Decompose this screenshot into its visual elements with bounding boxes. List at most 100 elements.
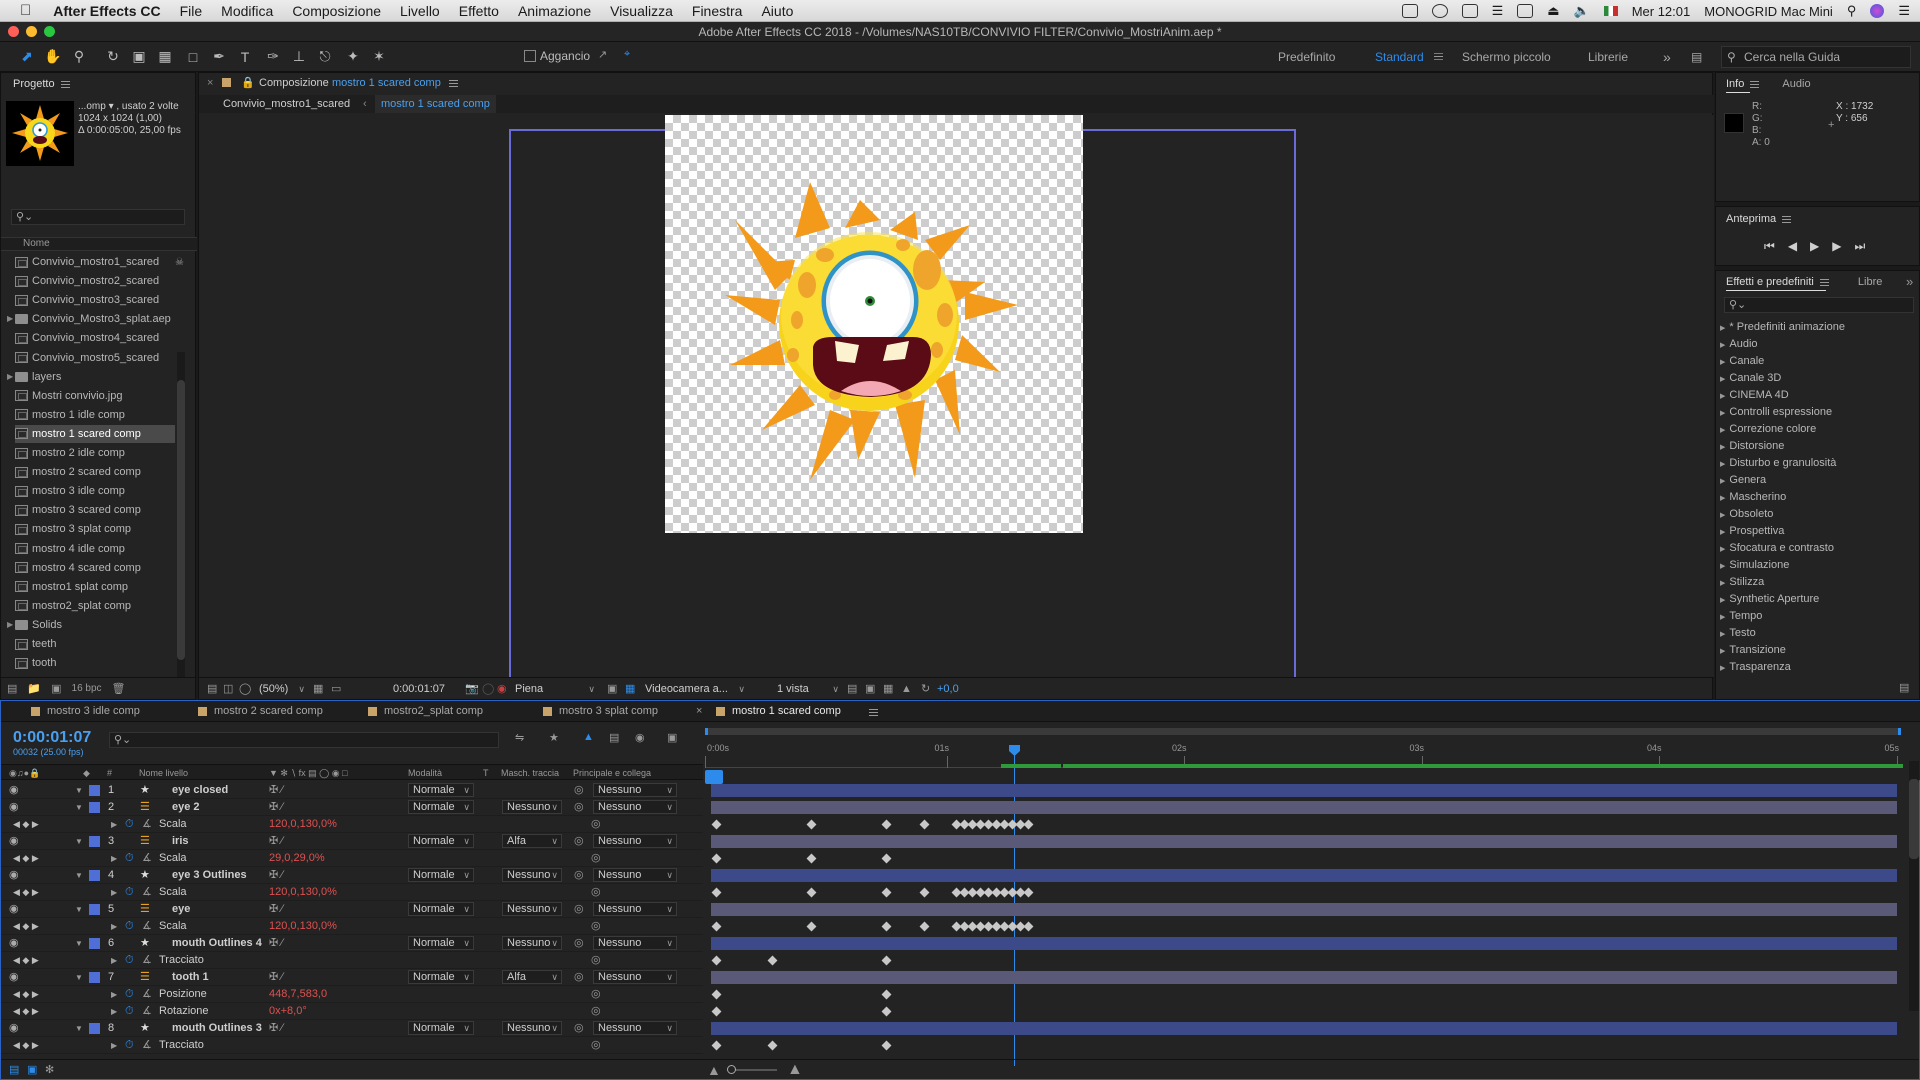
zoom-in-icon[interactable]: ▲ — [787, 1060, 803, 1080]
expand-property-icon[interactable]: ▶ — [111, 986, 117, 1003]
region-of-interest-icon[interactable]: ▣ — [607, 678, 617, 700]
next-frame-icon[interactable]: ▶ — [1832, 239, 1841, 254]
track-matte-select[interactable]: Alfa — [502, 970, 562, 984]
timeline-timecode[interactable]: 0:00:01:07 — [13, 729, 91, 747]
project-panel-title[interactable]: Progetto — [13, 78, 55, 90]
switches-icon[interactable]: ✠ ∕ — [269, 782, 283, 799]
visibility-eye-icon[interactable]: ◉ — [9, 867, 19, 884]
project-item[interactable]: mostro 1 idle comp — [15, 406, 175, 424]
keyframe-icon[interactable] — [1023, 819, 1034, 830]
timeline-scrollbar-thumb[interactable] — [1909, 779, 1919, 859]
camera-tool-icon[interactable]: ▣ — [128, 46, 150, 68]
vr-icon[interactable]: ◯ — [239, 678, 251, 700]
property-value[interactable]: 0x+8,0° — [269, 1003, 307, 1020]
effect-category[interactable]: Testo — [1720, 625, 1755, 642]
frame-blending-icon[interactable]: ▤ — [609, 731, 619, 744]
draft-3d-icon[interactable]: ★ — [549, 731, 559, 744]
transparency-grid-icon[interactable]: ▦ — [625, 678, 635, 700]
selection-tool-icon[interactable]: ⬈ — [16, 46, 38, 68]
property-row[interactable]: ◀ ◆ ▶ ▶ ⏱ ∡ Scala 29,0,29,0% ◎ — [1, 850, 703, 867]
timeline-toggle-icon[interactable]: ▦ — [883, 678, 893, 700]
snap-options-icon[interactable]: ↗ — [598, 48, 607, 61]
project-scrollbar-thumb[interactable] — [177, 380, 185, 660]
property-row[interactable]: ◀ ◆ ▶ ▶ ⏱ ∡ Posizione 448,7,583,0 ◎ — [1, 986, 703, 1003]
time-ruler[interactable] — [705, 722, 1920, 784]
exposure-value[interactable]: +0,0 — [937, 678, 959, 700]
property-row[interactable]: ◀ ◆ ▶ ▶ ⏱ ∡ Tracciato ◎ — [1, 1037, 703, 1054]
keyframe-lane[interactable] — [709, 1037, 1899, 1054]
magnification-select[interactable]: (50%) ∨ — [259, 682, 307, 696]
fast-preview-icon[interactable]: ▣ — [865, 678, 875, 700]
flowchart-icon[interactable]: ▲ — [901, 678, 912, 700]
flag-icon[interactable] — [1603, 6, 1618, 16]
project-item[interactable]: Mostri convivio.jpg — [15, 387, 175, 405]
layer-row[interactable]: ◉ ▼ 4 ★ eye 3 Outlines ✠ ∕ Normale Nessuno ◎ Ness… — [1, 867, 703, 884]
expression-pickwhip-icon[interactable]: ◎ — [591, 850, 601, 867]
layer-mode-select[interactable]: Normale — [408, 970, 474, 984]
effect-category[interactable]: Distorsione — [1720, 438, 1784, 455]
layer-name[interactable]: tooth 1 — [172, 969, 209, 986]
project-item[interactable]: Convivio_mostro3_scared — [15, 291, 175, 309]
effect-category[interactable]: Genera — [1720, 472, 1766, 489]
tab-info[interactable]: Info — [1726, 78, 1744, 90]
layer-duration-bar[interactable] — [711, 869, 1897, 882]
project-bpc[interactable]: 16 bpc — [72, 683, 102, 694]
keyframe-navigator-icon[interactable]: ◀ ◆ ▶ — [13, 1003, 39, 1020]
keyframe-navigator-icon[interactable]: ◀ ◆ ▶ — [13, 884, 39, 901]
comp-menu-icon[interactable] — [449, 80, 458, 87]
machine-name[interactable]: MONOGRID Mac Mini — [1704, 4, 1833, 19]
eraser-tool-icon[interactable]: ⎋ — [314, 46, 336, 68]
track-matte-select[interactable]: Nessuno — [502, 936, 562, 950]
effect-category[interactable]: Transizione — [1720, 642, 1785, 659]
notification-icon[interactable] — [1461, 4, 1478, 18]
layer-mode-select[interactable]: Normale — [408, 868, 474, 882]
project-item[interactable]: Convivio_mostro5_scared — [15, 349, 175, 367]
visibility-eye-icon[interactable]: ◉ — [9, 1020, 19, 1037]
project-item[interactable]: ▶ layers — [7, 368, 175, 386]
property-value[interactable]: 120,0,130,0% — [269, 816, 337, 833]
keyframe-navigator-icon[interactable]: ◀ ◆ ▶ — [13, 850, 39, 867]
close-window-icon[interactable] — [8, 26, 19, 37]
keyframe-navigator-icon[interactable]: ◀ ◆ ▶ — [13, 1037, 39, 1054]
project-item[interactable]: Convivio_mostro1_scared — [15, 253, 175, 271]
last-frame-icon[interactable]: ⏭ — [1855, 239, 1866, 254]
visibility-eye-icon[interactable]: ◉ — [9, 799, 19, 816]
keyframe-icon[interactable] — [806, 853, 817, 864]
breadcrumb-current[interactable]: mostro 1 scared comp — [375, 95, 496, 113]
always-preview-icon[interactable]: ▤ — [207, 678, 217, 700]
layer-label-color[interactable] — [89, 785, 100, 796]
layer-name[interactable]: eye closed — [172, 782, 228, 799]
keyframe-icon[interactable] — [806, 819, 817, 830]
switches-icon[interactable]: ✠ ∕ — [269, 833, 283, 850]
effect-category[interactable]: * Predefiniti animazione — [1720, 319, 1845, 336]
expression-pickwhip-icon[interactable]: ◎ — [591, 884, 601, 901]
shy-layers-icon[interactable]: ▲ — [583, 731, 594, 743]
menu-file[interactable]: File — [180, 3, 203, 19]
stopwatch-icon[interactable]: ⏱ — [125, 884, 134, 901]
property-value[interactable]: 448,7,583,0 — [269, 986, 327, 1003]
project-item[interactable]: Convivio_mostro2_scared — [15, 272, 175, 290]
expand-property-icon[interactable]: ▶ — [111, 850, 117, 867]
effects-overflow-icon[interactable]: » — [1906, 274, 1913, 289]
effect-category[interactable]: Controlli espressione — [1720, 404, 1832, 421]
comp-canvas[interactable] — [665, 115, 1083, 533]
layer-label-color[interactable] — [89, 870, 100, 881]
keyframe-icon[interactable] — [881, 1006, 892, 1017]
previous-frame-icon[interactable]: ◀ — [1788, 239, 1797, 254]
expand-layer-icon[interactable]: ▼ — [75, 799, 83, 816]
property-row[interactable]: ◀ ◆ ▶ ▶ ⏱ ∡ Scala 120,0,130,0% ◎ — [1, 816, 703, 833]
comp-timecode[interactable]: 0:00:01:07 — [393, 678, 445, 700]
keyframe-lane[interactable] — [709, 884, 1899, 901]
keyframe-lane[interactable] — [709, 986, 1899, 1003]
color-channel-icon[interactable]: ◉ — [497, 678, 507, 700]
project-item[interactable]: mostro 4 idle comp — [15, 540, 175, 558]
effect-category[interactable]: Correzione colore — [1720, 421, 1816, 438]
puppet-tool-icon[interactable]: ✶ — [368, 46, 390, 68]
expand-arrow-icon[interactable]: ▶ — [7, 310, 13, 328]
expression-pickwhip-icon[interactable]: ◎ — [591, 918, 601, 935]
project-item[interactable]: mostro 3 scared comp — [15, 501, 175, 519]
notification-center-icon[interactable]: ☰ — [1898, 3, 1910, 19]
effect-category[interactable]: Synthetic Aperture — [1720, 591, 1819, 608]
parent-select[interactable]: Nessuno — [593, 783, 677, 797]
clock[interactable]: Mer 12:01 — [1632, 4, 1691, 19]
